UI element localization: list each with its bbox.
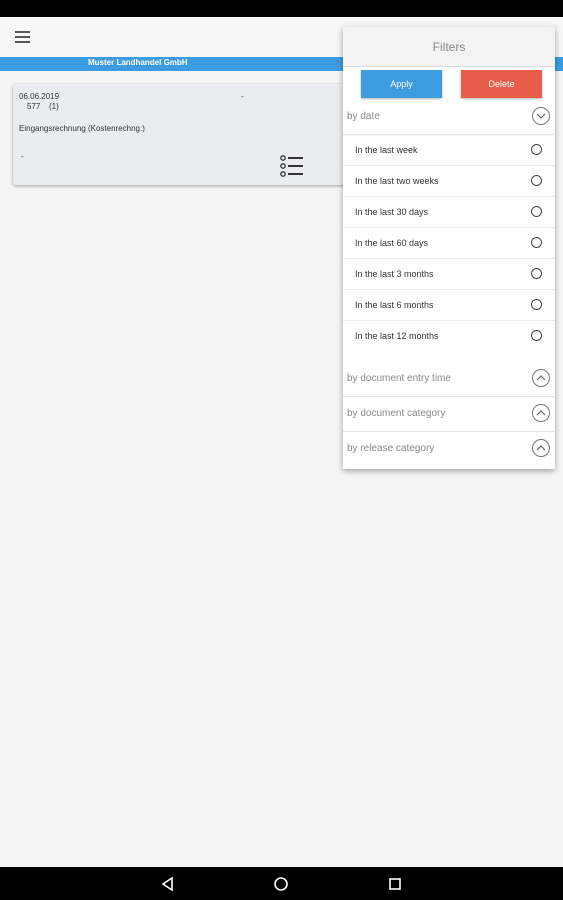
- option-last-6-months[interactable]: In the last 6 months: [343, 290, 555, 321]
- recents-icon[interactable]: [386, 875, 404, 893]
- document-field-bottom: -: [21, 152, 24, 161]
- option-last-two-weeks[interactable]: In the last two weeks: [343, 166, 555, 197]
- menu-icon[interactable]: [15, 31, 30, 43]
- navigation-bar: [0, 867, 563, 900]
- document-number: 577: [27, 102, 41, 111]
- radio-button[interactable]: [531, 330, 542, 341]
- radio-button[interactable]: [531, 175, 542, 186]
- document-field-top: -: [241, 92, 244, 101]
- chevron-up-icon[interactable]: [532, 439, 550, 457]
- section-by-entry-time[interactable]: by document entry time: [343, 363, 555, 397]
- back-icon[interactable]: [159, 875, 177, 893]
- section-label: by date: [347, 111, 380, 122]
- radio-button[interactable]: [531, 206, 542, 217]
- option-last-30-days[interactable]: In the last 30 days: [343, 197, 555, 228]
- document-card[interactable]: 06.06.2019 - 577 (1) Eingangsrechnung (K…: [13, 84, 353, 185]
- chevron-down-icon[interactable]: [532, 107, 550, 125]
- section-label: by release category: [347, 443, 435, 454]
- option-last-12-months[interactable]: In the last 12 months: [343, 321, 555, 352]
- option-last-3-months[interactable]: In the last 3 months: [343, 259, 555, 290]
- document-date: 06.06.2019: [19, 92, 60, 101]
- filter-panel: Filters Apply Delete by date In the last…: [343, 27, 555, 469]
- section-label: by document entry time: [347, 373, 451, 384]
- delete-button[interactable]: Delete: [461, 70, 542, 98]
- option-last-60-days[interactable]: In the last 60 days: [343, 228, 555, 259]
- option-label: In the last two weeks: [355, 176, 439, 186]
- home-icon[interactable]: [272, 875, 290, 893]
- option-label: In the last 30 days: [355, 207, 429, 217]
- document-count: (1): [49, 102, 59, 111]
- radio-button[interactable]: [531, 299, 542, 310]
- radio-button[interactable]: [531, 144, 542, 155]
- option-last-week[interactable]: In the last week: [343, 135, 555, 166]
- status-bar: [0, 0, 563, 17]
- section-label: by document category: [347, 408, 446, 419]
- apply-button[interactable]: Apply: [361, 70, 442, 98]
- option-label: In the last week: [355, 145, 418, 155]
- section-by-category[interactable]: by document category: [343, 398, 555, 432]
- option-label: In the last 12 months: [355, 331, 439, 341]
- document-type: Eingangsrechnung (Kostenrechng.): [19, 124, 145, 133]
- chevron-up-icon[interactable]: [532, 369, 550, 387]
- chevron-up-icon[interactable]: [532, 404, 550, 422]
- option-label: In the last 3 months: [355, 269, 434, 279]
- section-by-date[interactable]: by date: [343, 101, 555, 135]
- section-by-release[interactable]: by release category: [343, 433, 555, 467]
- option-label: In the last 6 months: [355, 300, 434, 310]
- company-name: Muster Landhandel GmbH: [88, 58, 188, 67]
- radio-button[interactable]: [531, 237, 542, 248]
- radio-button[interactable]: [531, 268, 542, 279]
- option-label: In the last 60 days: [355, 238, 429, 248]
- filter-title: Filters: [432, 40, 466, 54]
- filter-header: Filters: [343, 27, 555, 67]
- list-icon[interactable]: [280, 155, 304, 177]
